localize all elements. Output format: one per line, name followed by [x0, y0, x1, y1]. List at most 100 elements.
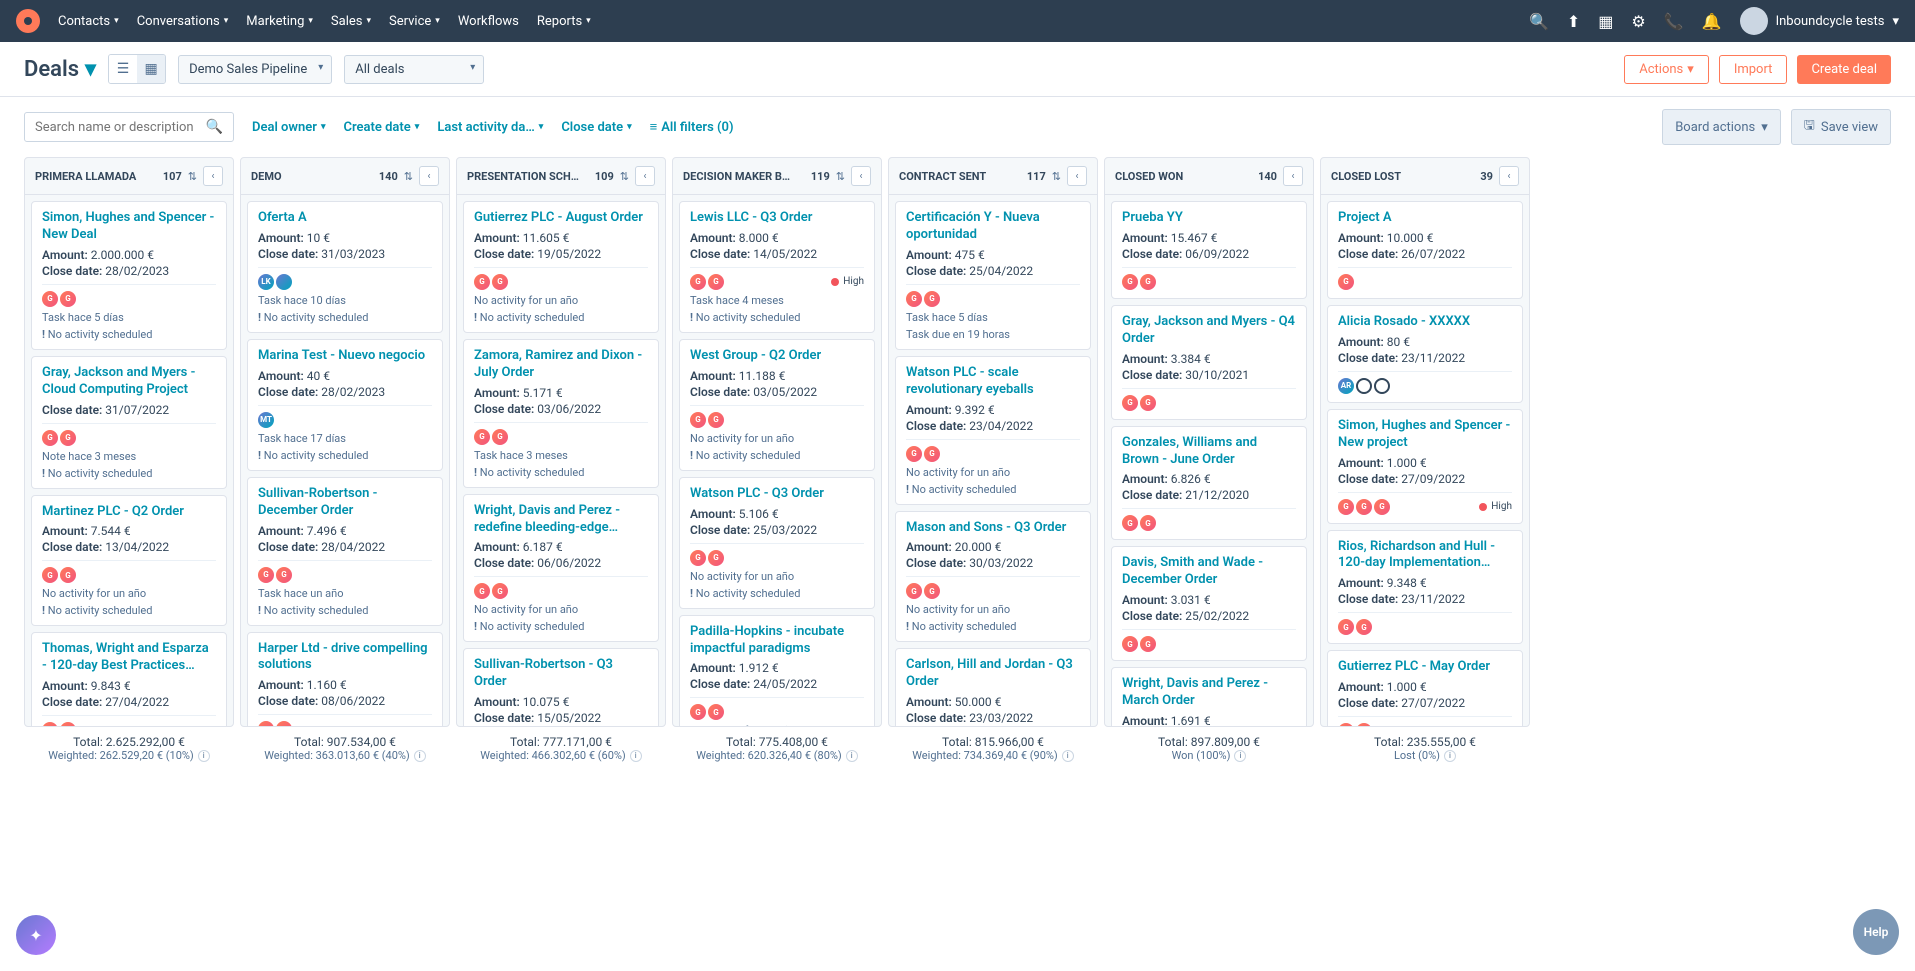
- deal-close-date: Close date: 23/11/2022: [1338, 351, 1512, 365]
- avatar-icon: G: [492, 274, 508, 290]
- deal-card[interactable]: Wright, Davis and Perez - March OrderAmo…: [1111, 667, 1307, 726]
- sort-icon[interactable]: ⇅: [404, 170, 413, 183]
- deal-card[interactable]: Carlson, Hill and Jordan - Q3 OrderAmoun…: [895, 648, 1091, 726]
- account-menu[interactable]: Inboundcycle tests ▾: [1740, 7, 1899, 35]
- deal-card[interactable]: Davis, Smith and Wade - December OrderAm…: [1111, 546, 1307, 661]
- last-activity-filter[interactable]: Last activity da…▾: [437, 120, 543, 135]
- nav-item-reports[interactable]: Reports▾: [537, 14, 591, 29]
- actions-button[interactable]: Actions▾: [1624, 55, 1709, 84]
- deal-amount: Amount: 1.912 €: [690, 661, 864, 675]
- deal-card[interactable]: Gutierrez PLC - May OrderAmount: 1.000 €…: [1327, 650, 1523, 726]
- deal-card[interactable]: Gutierrez PLC - August OrderAmount: 11.6…: [463, 201, 659, 333]
- deal-card[interactable]: Mason and Sons - Q3 OrderAmount: 20.000 …: [895, 511, 1091, 643]
- close-date-filter[interactable]: Close date▾: [561, 120, 631, 135]
- nav-item-conversations[interactable]: Conversations▾: [137, 14, 229, 29]
- deal-card[interactable]: Harper Ltd - drive compelling solutionsA…: [247, 632, 443, 726]
- calling-icon[interactable]: 📞: [1664, 12, 1684, 31]
- collapse-button[interactable]: ‹: [203, 166, 223, 186]
- help-button[interactable]: Help: [1853, 909, 1899, 955]
- column-count: 117: [1027, 170, 1046, 183]
- column-header: CLOSED WON140‹: [1105, 158, 1313, 195]
- avatar-row: GG: [690, 704, 864, 720]
- import-button[interactable]: Import: [1719, 55, 1788, 84]
- deal-card[interactable]: Thomas, Wright and Esparza - 120-day Bes…: [31, 632, 227, 726]
- deal-card[interactable]: Marina Test - Nuevo negocioAmount: 40 €C…: [247, 339, 443, 471]
- deal-card[interactable]: Padilla-Hopkins - incubate impactful par…: [679, 615, 875, 726]
- sort-icon[interactable]: ⇅: [188, 170, 197, 183]
- info-icon[interactable]: i: [1444, 750, 1456, 762]
- nav-item-sales[interactable]: Sales▾: [331, 14, 371, 29]
- deal-card[interactable]: Sullivan-Robertson - December OrderAmoun…: [247, 477, 443, 626]
- info-icon[interactable]: i: [1234, 750, 1246, 762]
- hubspot-logo-icon[interactable]: [16, 9, 40, 33]
- deal-card[interactable]: Gray, Jackson and Myers - Cloud Computin…: [31, 356, 227, 489]
- avatar-icon: G: [1338, 723, 1354, 726]
- deal-card[interactable]: Gonzales, Williams and Brown - June Orde…: [1111, 426, 1307, 541]
- info-icon[interactable]: i: [198, 750, 210, 762]
- search-icon[interactable]: 🔍: [206, 119, 223, 135]
- all-filters-button[interactable]: ≡All filters (0): [650, 119, 734, 135]
- board-actions-button[interactable]: Board actions▾: [1662, 109, 1781, 145]
- info-icon[interactable]: i: [414, 750, 426, 762]
- deal-card[interactable]: Simon, Hughes and Spencer - New DealAmou…: [31, 201, 227, 350]
- settings-icon[interactable]: ⚙: [1631, 12, 1645, 31]
- activity-meta: No activity scheduled: [474, 466, 648, 479]
- collapse-button[interactable]: ‹: [1499, 166, 1519, 186]
- deal-card[interactable]: Sullivan-Robertson - Q3 OrderAmount: 10.…: [463, 648, 659, 726]
- deal-card[interactable]: Gray, Jackson and Myers - Q4 OrderAmount…: [1111, 305, 1307, 420]
- column: CLOSED LOST39‹Project AAmount: 10.000 €C…: [1320, 157, 1530, 727]
- deal-close-date: Close date: 27/07/2022: [1338, 696, 1512, 710]
- deal-card[interactable]: Watson PLC - scale revolutionary eyeball…: [895, 356, 1091, 505]
- create-deal-button[interactable]: Create deal: [1797, 55, 1891, 84]
- collapse-button[interactable]: ‹: [1067, 166, 1087, 186]
- upgrade-icon[interactable]: ⬆: [1567, 12, 1580, 31]
- notifications-icon[interactable]: 🔔: [1702, 12, 1722, 31]
- deal-card[interactable]: Wright, Davis and Perez - redefine bleed…: [463, 494, 659, 643]
- deal-card[interactable]: Alicia Rosado - XXXXXAmount: 80 €Close d…: [1327, 305, 1523, 403]
- collapse-button[interactable]: ‹: [419, 166, 439, 186]
- deal-amount: Amount: 7.544 €: [42, 524, 216, 538]
- deal-card[interactable]: Project AAmount: 10.000 €Close date: 26/…: [1327, 201, 1523, 299]
- deal-card[interactable]: Simon, Hughes and Spencer - New projectA…: [1327, 409, 1523, 524]
- collapse-button[interactable]: ‹: [635, 166, 655, 186]
- deal-card[interactable]: Oferta AAmount: 10 €Close date: 31/03/20…: [247, 201, 443, 333]
- deal-amount: Amount: 80 €: [1338, 335, 1512, 349]
- deal-card[interactable]: Rios, Richardson and Hull - 120-day Impl…: [1327, 530, 1523, 645]
- ai-assist-button[interactable]: ✦: [16, 915, 56, 955]
- search-input[interactable]: [35, 120, 206, 135]
- deal-card[interactable]: Prueba YYAmount: 15.467 €Close date: 06/…: [1111, 201, 1307, 299]
- deal-owner-filter[interactable]: Deal owner▾: [252, 120, 325, 135]
- nav-item-service[interactable]: Service▾: [389, 14, 440, 29]
- info-icon[interactable]: i: [846, 750, 858, 762]
- deal-filter-select[interactable]: All deals: [344, 55, 484, 84]
- deal-card[interactable]: Lewis LLC - Q3 OrderAmount: 8.000 €Close…: [679, 201, 875, 333]
- deal-card[interactable]: Certificación Y - Nueva oportunidadAmoun…: [895, 201, 1091, 350]
- info-icon[interactable]: i: [1062, 750, 1074, 762]
- deal-card[interactable]: Martinez PLC - Q2 OrderAmount: 7.544 €Cl…: [31, 495, 227, 627]
- deal-card[interactable]: West Group - Q2 OrderAmount: 11.188 €Clo…: [679, 339, 875, 471]
- page-title-dropdown[interactable]: Deals ▾: [24, 57, 96, 82]
- nav-item-marketing[interactable]: Marketing▾: [246, 14, 313, 29]
- activity-meta: No activity for un año: [690, 432, 864, 445]
- create-date-filter[interactable]: Create date▾: [343, 120, 419, 135]
- collapse-button[interactable]: ‹: [1283, 166, 1303, 186]
- account-name: Inboundcycle tests: [1776, 14, 1885, 29]
- collapse-button[interactable]: ‹: [851, 166, 871, 186]
- marketplace-icon[interactable]: ▦: [1598, 12, 1613, 31]
- sort-icon[interactable]: ⇅: [1052, 170, 1061, 183]
- deal-card[interactable]: Watson PLC - Q3 OrderAmount: 5.106 €Clos…: [679, 477, 875, 609]
- nav-item-contacts[interactable]: Contacts▾: [58, 14, 119, 29]
- deal-close-date: Close date: 26/07/2022: [1338, 247, 1512, 261]
- view-toggle: ☰ ▦: [108, 54, 166, 84]
- info-icon[interactable]: i: [630, 750, 642, 762]
- nav-item-workflows[interactable]: Workflows: [458, 14, 519, 29]
- pipeline-select[interactable]: Demo Sales Pipeline: [178, 55, 332, 84]
- save-view-button[interactable]: 🖫Save view: [1791, 109, 1891, 145]
- list-view-button[interactable]: ☰: [109, 55, 137, 83]
- sort-icon[interactable]: ⇅: [620, 170, 629, 183]
- search-icon[interactable]: 🔍: [1529, 12, 1549, 31]
- board-view-button[interactable]: ▦: [137, 55, 165, 83]
- sort-icon[interactable]: ⇅: [836, 170, 845, 183]
- deal-card[interactable]: Zamora, Ramirez and Dixon - July OrderAm…: [463, 339, 659, 488]
- filter-bar: 🔍 Deal owner▾ Create date▾ Last activity…: [0, 97, 1915, 157]
